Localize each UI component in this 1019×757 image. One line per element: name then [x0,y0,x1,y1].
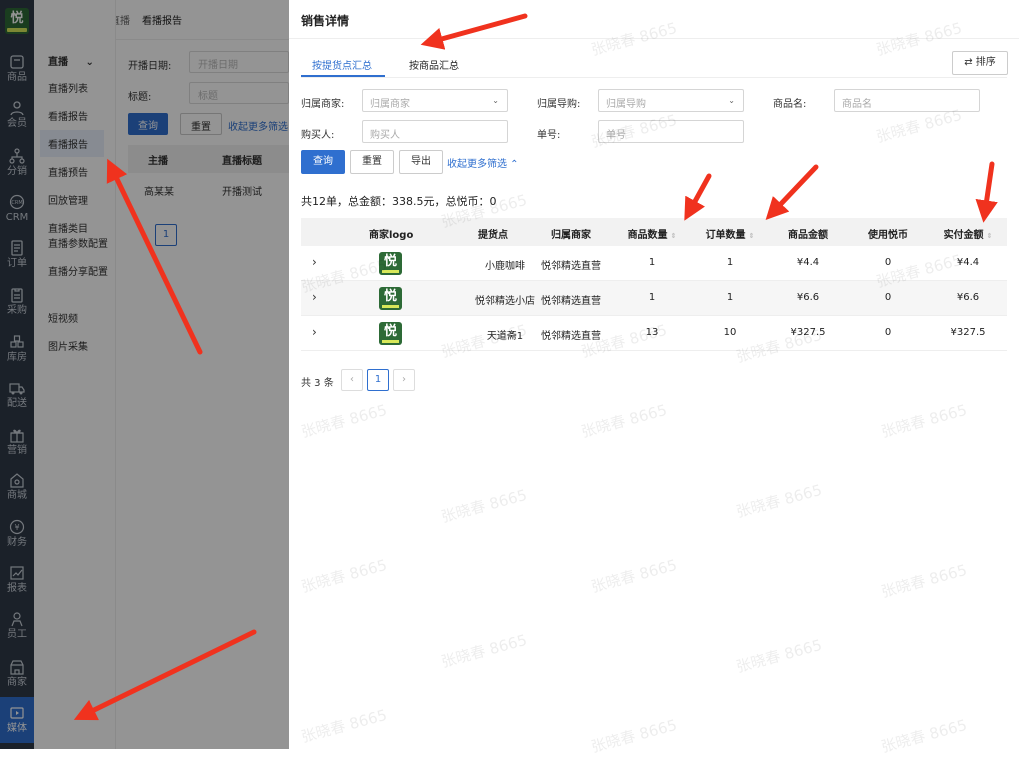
export-button[interactable]: 导出 [399,150,443,174]
pager-total: 共 3 条 [301,378,334,389]
sort-button[interactable]: ⇄ 排序 [952,51,1008,75]
chevron-up-icon: ⌃ [507,159,519,170]
reset-button[interactable]: 重置 [350,150,394,174]
col-merchant: 归属商家 [551,230,591,241]
pager-page-1[interactable]: 1 [367,369,389,391]
guide-label: 归属导购: [537,99,581,110]
expand-row-icon[interactable]: › [312,255,317,269]
query-button[interactable]: 查询 [301,150,345,174]
swap-icon: ⇄ [964,57,973,68]
expand-row-icon[interactable]: › [312,290,317,304]
cell-paid-amount: ¥327.5 [950,327,986,338]
cell-coins-used: 0 [884,257,892,268]
chevron-down-icon: ⌄ [728,96,735,105]
cell-coins-used: 0 [884,327,892,338]
pager-next-button[interactable]: › [393,369,415,391]
product-input[interactable]: 商品名 [834,89,980,112]
sort-icon[interactable]: ⇕ [987,232,993,240]
cell-product-amount: ¥6.6 [796,292,820,303]
cell-paid-amount: ¥6.6 [956,292,980,303]
sort-icon[interactable]: ⇕ [749,232,755,240]
tab-by-product[interactable]: 按商品汇总 [409,57,459,72]
order-no-label: 单号: [537,130,561,141]
collapse-filter-link[interactable]: 收起更多筛选 ⌃ [447,155,519,170]
cell-product-amount: ¥327.5 [790,327,826,338]
col-pickup-point: 提货点 [478,230,508,241]
cell-product-qty: 1 [648,257,656,268]
col-coins-used: 使用悦币 [868,230,908,241]
buyer-input[interactable]: 购买人 [362,120,508,143]
cell-merchant: 悦邻精选直营 [541,331,601,342]
cell-merchant: 悦邻精选直营 [541,296,601,307]
merchant-logo: 悦 [379,322,402,345]
sort-icon[interactable]: ⇕ [671,232,677,240]
order-summary: 共12单，总金额：338.5元，总悦币：0 [301,195,497,208]
col-product-amount: 商品金额 [788,230,828,241]
buyer-label: 购买人: [301,130,335,141]
cell-pickup-point: 小鹿咖啡 [485,261,525,272]
col-product-qty[interactable]: 商品数量 ⇕ [623,226,681,241]
cell-product-qty: 13 [645,327,659,338]
cell-pickup-point: 天道斋1 [486,331,524,342]
guide-select[interactable]: 归属导购 ⌄ [598,89,744,112]
merchant-select[interactable]: 归属商家 ⌄ [362,89,508,112]
sales-detail-drawer: 销售详情 按提货点汇总 按商品汇总 ⇄ 排序 归属商家: 归属商家 ⌄ 归属导购:… [289,0,1019,749]
pager-prev-button[interactable]: ‹ [341,369,363,391]
cell-order-count: 10 [723,327,737,338]
cell-order-count: 1 [726,292,734,303]
merchant-logo: 悦 [379,252,402,275]
cell-merchant: 悦邻精选直营 [541,261,601,272]
col-merchant-logo: 商家logo [369,230,414,241]
drawer-title: 销售详情 [301,14,350,28]
modal-overlay[interactable] [0,0,289,749]
cell-product-qty: 1 [648,292,656,303]
col-paid-amount[interactable]: 实付金额 ⇕ [939,226,997,241]
cell-pickup-point: 悦邻精选小店 [475,296,535,307]
col-order-count[interactable]: 订单数量 ⇕ [701,226,759,241]
product-label: 商品名: [773,99,807,110]
chevron-down-icon: ⌄ [492,96,499,105]
merchant-logo: 悦 [379,287,402,310]
tab-by-pickup[interactable]: 按提货点汇总 [312,57,372,72]
cell-product-amount: ¥4.4 [796,257,820,268]
merchant-label: 归属商家: [301,99,345,110]
order-no-input[interactable]: 单号 [598,120,744,143]
cell-paid-amount: ¥4.4 [956,257,980,268]
expand-row-icon[interactable]: › [312,325,317,339]
cell-order-count: 1 [726,257,734,268]
cell-coins-used: 0 [884,292,892,303]
